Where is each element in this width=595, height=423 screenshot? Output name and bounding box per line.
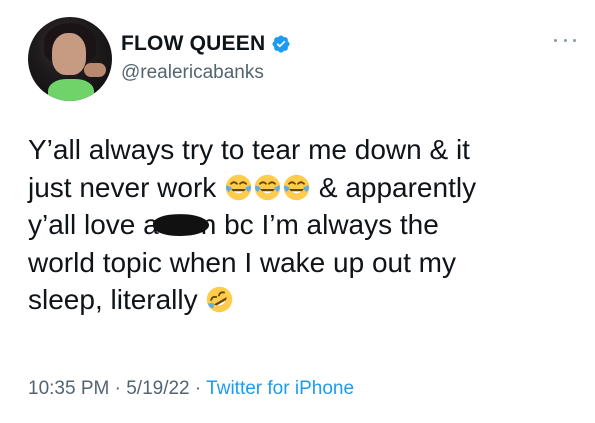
tweet-source-link[interactable]: Twitter for iPhone <box>206 378 354 399</box>
tweet-meta: 10:35 PM · 5/19/22 · Twitter for iPhone <box>28 378 354 400</box>
tweet-text-segment: & apparently <box>318 171 477 203</box>
tweet-line-4: world topic when I wake up out my <box>28 244 573 282</box>
face-with-tears-of-joy-icon <box>254 174 281 200</box>
avatar-face <box>52 33 86 75</box>
more-dot <box>573 38 576 42</box>
tweet-line-2: just never work & apparently <box>28 169 573 207</box>
tweet-text-segment: Y’all always try to tear me down & it <box>28 134 470 165</box>
tweet-text-segment: sleep, literally <box>28 284 198 315</box>
tweet-text-segment: n bc I’m always the <box>200 209 439 240</box>
tweet-text-segment: world topic when I wake up out my <box>28 246 456 278</box>
tweet-line-3: y’all love a n bc I’m always the <box>28 206 573 244</box>
meta-separator: · <box>109 378 127 399</box>
avatar[interactable] <box>28 17 112 101</box>
face-with-tears-of-joy-icon <box>225 174 252 200</box>
more-options-icon[interactable] <box>554 36 576 44</box>
rolling-on-floor-laughing-icon <box>207 286 233 313</box>
tweet-header: FLOW QUEEN @realericabanks <box>18 14 578 104</box>
tweet-text-segment: y’all love a <box>28 209 159 240</box>
tweet-text: Y’all always try to tear me down & it ju… <box>28 131 573 319</box>
user-handle[interactable]: @realericabanks <box>121 62 264 84</box>
tweet-date[interactable]: 5/19/22 <box>126 378 189 399</box>
name-row[interactable]: FLOW QUEEN <box>121 32 291 56</box>
more-dot <box>563 38 567 42</box>
face-with-tears-of-joy-icon <box>283 174 310 200</box>
tweet-text-segment: just never work <box>28 171 217 203</box>
display-name[interactable]: FLOW QUEEN <box>121 32 265 56</box>
meta-separator: · <box>189 378 207 399</box>
avatar-top <box>48 79 94 101</box>
verified-badge-icon <box>272 35 290 53</box>
tweet-time[interactable]: 10:35 PM <box>28 378 109 399</box>
tweet-line-5: sleep, literally <box>28 281 573 319</box>
more-dot <box>554 38 557 42</box>
avatar-arm <box>84 63 106 77</box>
tweet-line-1: Y’all always try to tear me down & it <box>28 131 573 169</box>
